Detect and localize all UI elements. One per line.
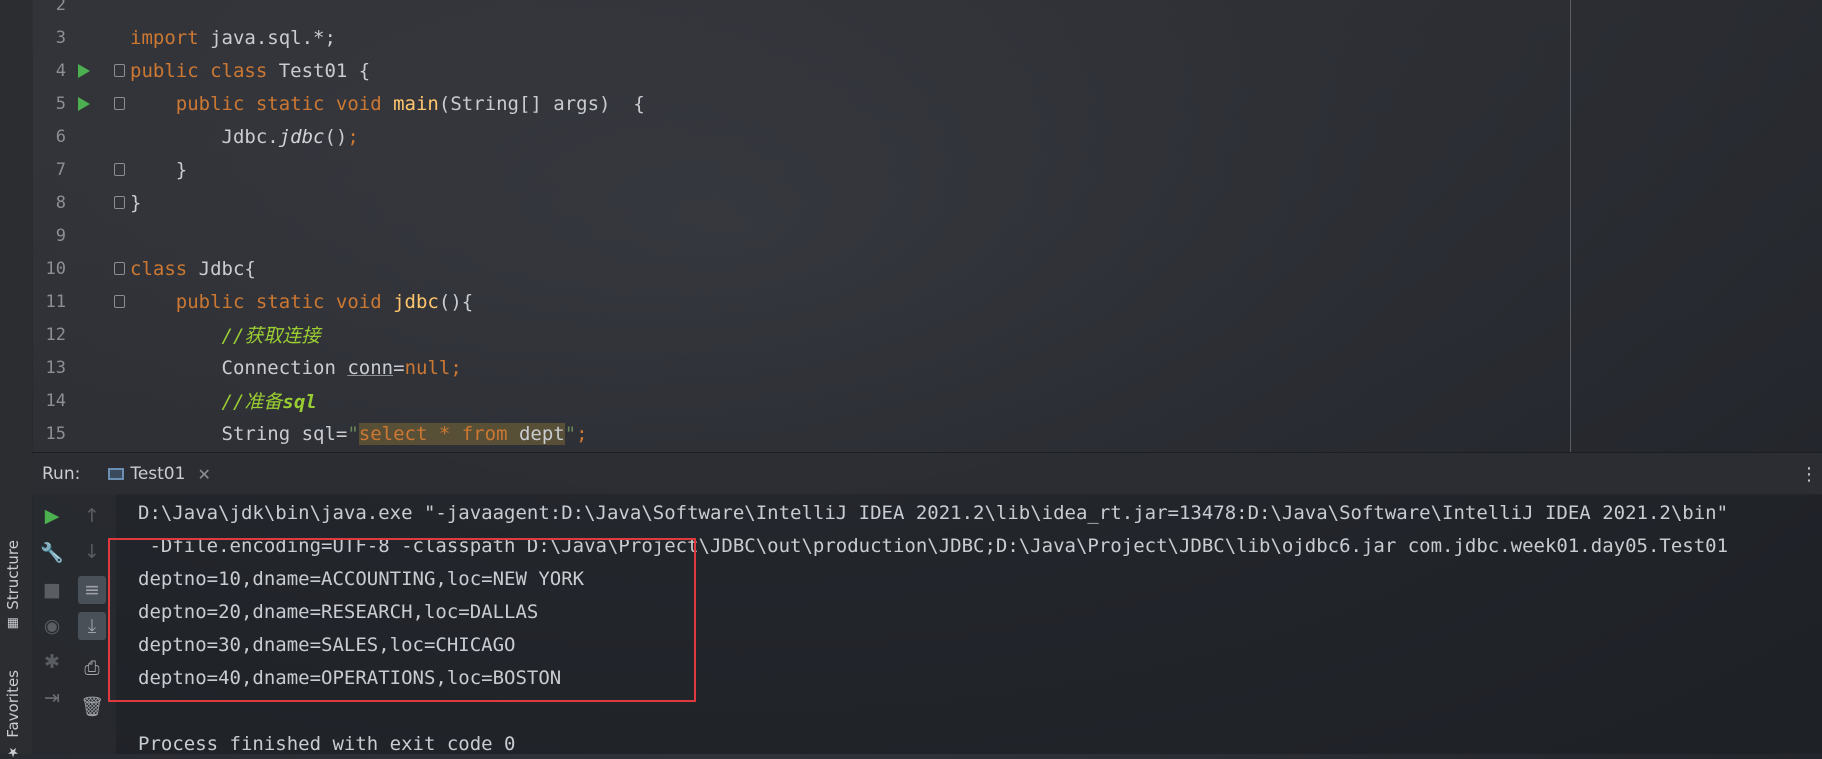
line-number: 13 — [45, 357, 66, 378]
wrench-icon[interactable]: 🔧 — [38, 538, 66, 566]
code-text: public static void jdbc(){ — [130, 290, 474, 313]
code-line: 2 — [32, 0, 1822, 21]
line-number: 15 — [45, 423, 66, 444]
line-number: 11 — [45, 291, 66, 312]
code-line: 11 public static void jdbc(){ — [32, 285, 1822, 318]
run-toolbar: ▶ 🔧 ■ ◉ ✱ ⇥ ↑ ↓ ≡ ⤓ ⎙ 🗑 — [32, 494, 116, 754]
close-icon[interactable]: ✕ — [197, 465, 210, 484]
line-number: 8 — [55, 192, 66, 213]
line-number: 2 — [55, 0, 66, 15]
code-line: 12 //获取连接 — [32, 318, 1822, 351]
line-number: 9 — [55, 225, 66, 246]
code-text: class Jdbc{ — [130, 257, 256, 280]
code-text: Connection conn=null; — [130, 356, 462, 379]
code-line: 14 //准备sql — [32, 384, 1822, 417]
fold-icon[interactable] — [114, 295, 125, 308]
run-gutter-icon[interactable] — [78, 96, 90, 111]
line-number: 5 — [55, 93, 66, 114]
fold-icon[interactable] — [114, 163, 125, 176]
code-text: String sql="select * from dept"; — [130, 422, 588, 445]
code-line: 13 Connection conn=null; — [32, 351, 1822, 384]
line-number: 12 — [45, 324, 66, 345]
fold-icon[interactable] — [114, 97, 125, 110]
code-editor[interactable]: 2 3 import java.sql.*; 4 public class Test01… — [32, 0, 1822, 452]
code-line: 9 — [32, 219, 1822, 252]
console-line-exit: Process finished with exit code 0 — [138, 733, 516, 755]
stop-icon[interactable]: ■ — [38, 576, 66, 604]
scroll-to-end-icon[interactable]: ⤓ — [78, 612, 106, 640]
run-label: Run: — [42, 464, 81, 484]
line-number: 4 — [55, 60, 66, 81]
console-line-command: D:\Java\jdk\bin\java.exe "-javaagent:D:\… — [138, 502, 1729, 524]
code-text: Jdbc.jdbc(); — [130, 125, 359, 148]
run-gutter-icon[interactable] — [78, 63, 90, 78]
console-tab-icon — [108, 468, 125, 480]
soft-wrap-icon[interactable]: ≡ — [78, 576, 106, 604]
code-line: 4 public class Test01 { — [32, 54, 1822, 87]
code-line: 6 Jdbc.jdbc(); — [32, 120, 1822, 153]
down-arrow-icon[interactable]: ↓ — [78, 538, 106, 566]
code-line: 3 import java.sql.*; — [32, 21, 1822, 54]
code-line: 5 public static void main(String[] args)… — [32, 87, 1822, 120]
code-line: 8} — [32, 186, 1822, 219]
line-number: 3 — [55, 27, 66, 48]
code-text: import java.sql.*; — [130, 26, 336, 49]
exit-icon[interactable]: ⇥ — [38, 684, 66, 712]
line-number: 14 — [45, 390, 66, 411]
code-text: //获取连接 — [130, 325, 321, 347]
output-highlight-box — [108, 538, 696, 702]
line-number: 6 — [55, 126, 66, 147]
fold-icon[interactable] — [114, 64, 125, 77]
rerun-icon[interactable]: ▶ — [38, 502, 66, 530]
code-text: //准备sql — [130, 391, 317, 413]
line-number: 7 — [55, 159, 66, 180]
favorites-tab[interactable]: ★ Favorites — [4, 670, 22, 759]
fold-icon[interactable] — [114, 196, 125, 209]
left-tool-strip: ▦ Structure ★ Favorites — [0, 0, 33, 759]
run-panel-header: Run: Test01 ✕ ⋮ — [32, 452, 1822, 495]
run-tab-label: Test01 — [130, 464, 186, 484]
structure-tab[interactable]: ▦ Structure — [4, 540, 22, 631]
star-icon: ★ — [5, 743, 21, 759]
code-line: 15 String sql="select * from dept"; — [32, 417, 1822, 450]
up-arrow-icon[interactable]: ↑ — [78, 502, 106, 530]
camera-icon[interactable]: ◉ — [38, 612, 66, 640]
structure-label: Structure — [4, 540, 22, 610]
code-text: public static void main(String[] args) { — [130, 92, 645, 115]
fold-icon[interactable] — [114, 262, 125, 275]
code-text: } — [130, 158, 188, 181]
more-options-icon[interactable]: ⋮ — [1800, 464, 1818, 485]
print-icon[interactable]: ⎙ — [78, 654, 106, 682]
structure-icon: ▦ — [5, 615, 21, 631]
run-tab-test01[interactable]: Test01 ✕ — [108, 464, 211, 484]
code-line: 10 class Jdbc{ — [32, 252, 1822, 285]
code-text: public class Test01 { — [130, 59, 371, 82]
trash-icon[interactable]: 🗑 — [78, 692, 106, 720]
code-line: 7 } — [32, 153, 1822, 186]
code-text: } — [130, 191, 142, 214]
favorites-label: Favorites — [4, 670, 22, 738]
settings-icon[interactable]: ✱ — [38, 648, 66, 676]
line-number: 10 — [45, 258, 66, 279]
